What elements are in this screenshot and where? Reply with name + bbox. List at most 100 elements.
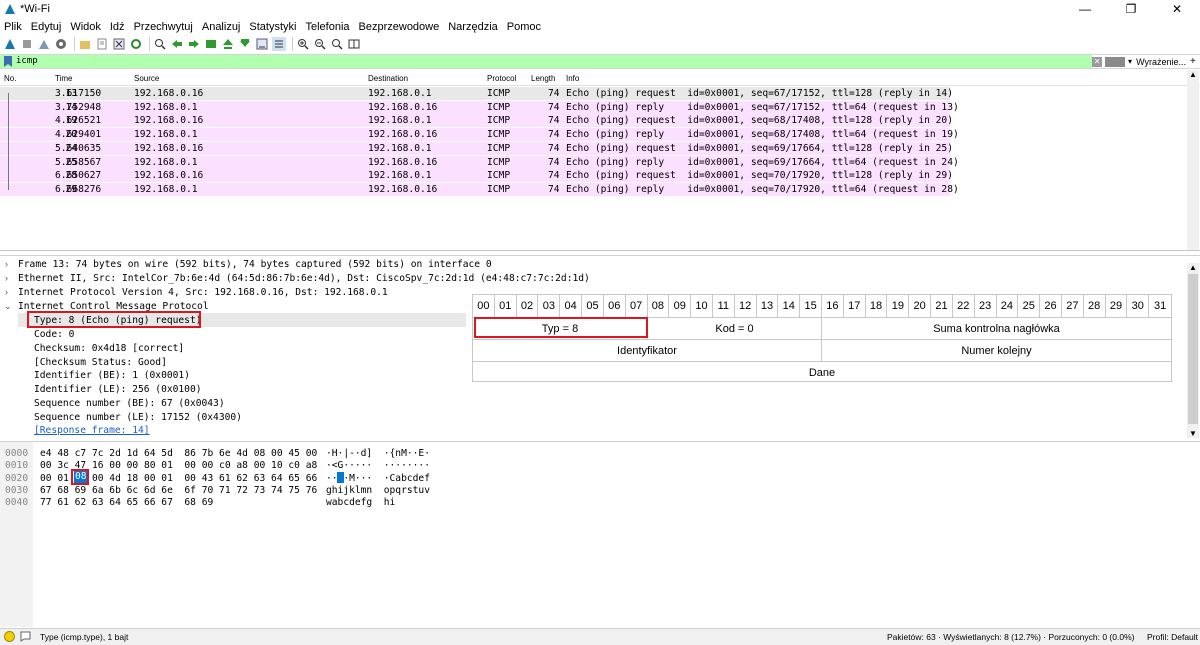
hex-offset: 0020: [5, 472, 29, 484]
packet-cell-dst: 192.168.0.16: [368, 129, 438, 141]
bookmark-icon[interactable]: [3, 56, 13, 67]
restart-capture-icon[interactable]: [37, 37, 51, 51]
hex-ascii[interactable]: ·<G····· ········: [326, 460, 430, 472]
scroll-up-icon[interactable]: ▲: [1187, 263, 1199, 272]
packet-cell-len: 74: [548, 183, 560, 195]
packet-cell-info: Echo (ping) reply id=0x0001, seq=69/1766…: [566, 156, 959, 168]
icmp-seq-le[interactable]: Sequence number (LE): 17152 (0x4300): [34, 411, 242, 424]
go-forward-icon[interactable]: [187, 37, 201, 51]
expressions-button[interactable]: Wyrażenie...: [1136, 57, 1186, 67]
hex-bytes[interactable]: 67 68 69 6a 6b 6c 6d 6e 6f 70 71 72 73 7…: [40, 485, 317, 497]
go-to-packet-icon[interactable]: [204, 37, 218, 51]
scrollbar-thumb[interactable]: [1188, 274, 1198, 424]
icmp-checksum[interactable]: Checksum: 0x4d18 [correct]: [34, 342, 184, 355]
scroll-down-icon[interactable]: ▼: [1187, 429, 1199, 438]
go-back-icon[interactable]: [170, 37, 184, 51]
hex-ascii[interactable]: ghijklmn opqrstuv: [326, 485, 430, 497]
zoom-in-icon[interactable]: [296, 37, 310, 51]
menu-idz[interactable]: Idź: [110, 21, 125, 33]
icmp-seq-be[interactable]: Sequence number (BE): 67 (0x0043): [34, 397, 225, 410]
packet-cell-proto: ICMP: [487, 115, 511, 127]
add-filter-button-icon[interactable]: +: [1190, 56, 1200, 67]
apply-filter-icon[interactable]: [1105, 56, 1126, 67]
hex-bytes[interactable]: 77 61 62 63 64 65 66 67 68 69: [40, 497, 213, 509]
detail-ip[interactable]: Internet Protocol Version 4, Src: 192.16…: [18, 286, 388, 299]
packet-row[interactable]: 24 5.640635 192.168.0.16 192.168.0.1 ICMP 74 E…: [0, 141, 953, 155]
scroll-up-icon[interactable]: ▲: [1187, 70, 1199, 79]
menu-telefonia[interactable]: Telefonia: [305, 21, 349, 33]
autoscroll-icon[interactable]: [255, 37, 269, 51]
clear-filter-icon[interactable]: ✕: [1092, 56, 1103, 67]
icmp-code[interactable]: Code: 0: [34, 328, 74, 341]
status-profile[interactable]: Profil: Default: [1147, 632, 1198, 642]
expand-arrow-icon[interactable]: ›: [5, 259, 8, 269]
column-time[interactable]: Time: [55, 74, 72, 83]
response-frame-link[interactable]: [Response frame: 14]: [34, 424, 150, 437]
menu-widok[interactable]: Widok: [70, 21, 101, 33]
menu-analizuj[interactable]: Analizuj: [202, 21, 241, 33]
packet-cell-dst: 192.168.0.1: [368, 142, 432, 154]
packet-row[interactable]: 13 3.617150 192.168.0.16 192.168.0.1 ICMP 74 E…: [0, 87, 953, 100]
hex-bytes[interactable]: e4 48 c7 7c 2d 1d 64 5d 86 7b 6e 4d 08 0…: [40, 448, 317, 460]
expert-info-icon[interactable]: [4, 631, 15, 642]
detail-ethernet[interactable]: Ethernet II, Src: IntelCor_7b:6e:4d (64:…: [18, 272, 590, 285]
packet-row[interactable]: 20 4.629401 192.168.0.1 192.168.0.16 ICMP 74 E…: [0, 128, 959, 142]
column-no[interactable]: No.: [4, 74, 16, 83]
menu-pomoc[interactable]: Pomoc: [507, 21, 541, 33]
column-destination[interactable]: Destination: [368, 74, 408, 83]
display-filter-input[interactable]: icmp: [16, 56, 38, 66]
zoom-reset-icon[interactable]: [330, 37, 344, 51]
capture-comment-icon[interactable]: [20, 631, 31, 642]
diagram-bit-label: 31: [1153, 300, 1167, 312]
menu-przechwytuj[interactable]: Przechwytuj: [134, 21, 193, 33]
diagram-bit-label: 26: [1040, 295, 1062, 317]
close-file-icon[interactable]: [112, 37, 126, 51]
icmp-checksum-status[interactable]: [Checksum Status: Good]: [34, 356, 167, 369]
packet-row[interactable]: 28 6.650627 192.168.0.16 192.168.0.1 ICMP 74 E…: [0, 169, 953, 183]
type-highlight-box: [27, 311, 201, 328]
detail-frame[interactable]: Frame 13: 74 bytes on wire (592 bits), 7…: [18, 258, 492, 271]
expand-arrow-icon[interactable]: ›: [5, 273, 8, 283]
packet-cell-dst: 192.168.0.16: [368, 101, 438, 113]
column-length[interactable]: Length: [531, 74, 555, 83]
menu-edytuj[interactable]: Edytuj: [31, 21, 62, 33]
hex-ascii[interactable]: wabcdefg hi: [326, 497, 395, 509]
menu-bezprzewodowe[interactable]: Bezprzewodowe: [359, 21, 440, 33]
first-packet-icon[interactable]: [221, 37, 235, 51]
bytes-pane: 0000 e4 48 c7 7c 2d 1d 64 5d 86 7b 6e 4d …: [0, 441, 1200, 627]
packet-list-scrollbar[interactable]: ▲: [1187, 70, 1199, 250]
hex-ascii[interactable]: ·H·|-·d] ·{nM··E·: [326, 448, 430, 460]
packet-row[interactable]: 25 5.658567 192.168.0.1 192.168.0.16 ICMP 74 E…: [0, 155, 959, 169]
start-capture-icon[interactable]: [3, 37, 17, 51]
icmp-identifier-le[interactable]: Identifier (LE): 256 (0x0100): [34, 383, 202, 396]
diagram-bit-label: 11: [713, 295, 735, 317]
column-info[interactable]: Info: [566, 74, 579, 83]
details-scrollbar[interactable]: ▲ ▼: [1187, 263, 1199, 438]
filter-dropdown-icon[interactable]: ▾: [1128, 57, 1132, 66]
column-protocol[interactable]: Protocol: [487, 74, 516, 83]
expand-arrow-icon[interactable]: ›: [5, 287, 8, 297]
menu-plik[interactable]: Plik: [4, 21, 22, 33]
open-file-icon[interactable]: [78, 37, 92, 51]
capture-options-icon[interactable]: [54, 37, 68, 51]
packet-row[interactable]: 19 4.626521 192.168.0.16 192.168.0.1 ICMP 74 E…: [0, 114, 953, 128]
resize-columns-icon[interactable]: [347, 37, 361, 51]
stop-capture-icon[interactable]: [20, 37, 34, 51]
packet-row[interactable]: 14 3.752948 192.168.0.1 192.168.0.16 ICMP 74 E…: [0, 100, 959, 114]
icmp-identifier-be[interactable]: Identifier (BE): 1 (0x0001): [34, 369, 190, 382]
reload-icon[interactable]: [129, 37, 143, 51]
menu-statystyki[interactable]: Statystyki: [249, 21, 296, 33]
colorize-icon[interactable]: [272, 37, 286, 51]
collapse-arrow-icon[interactable]: ⌄: [4, 301, 12, 312]
close-button[interactable]: ✕: [1154, 0, 1200, 18]
maximize-button[interactable]: ❐: [1108, 0, 1154, 18]
packet-row[interactable]: 29 6.668276 192.168.0.1 192.168.0.16 ICMP 74 E…: [0, 182, 959, 196]
menu-narzedzia[interactable]: Narzędzia: [448, 21, 498, 33]
find-packet-icon[interactable]: [153, 37, 167, 51]
diagram-checksum: Suma kontrolna nagłówka: [822, 317, 1171, 339]
save-file-icon[interactable]: [95, 37, 109, 51]
zoom-out-icon[interactable]: [313, 37, 327, 51]
minimize-button[interactable]: —: [1062, 0, 1108, 18]
last-packet-icon[interactable]: [238, 37, 252, 51]
column-source[interactable]: Source: [134, 74, 159, 83]
